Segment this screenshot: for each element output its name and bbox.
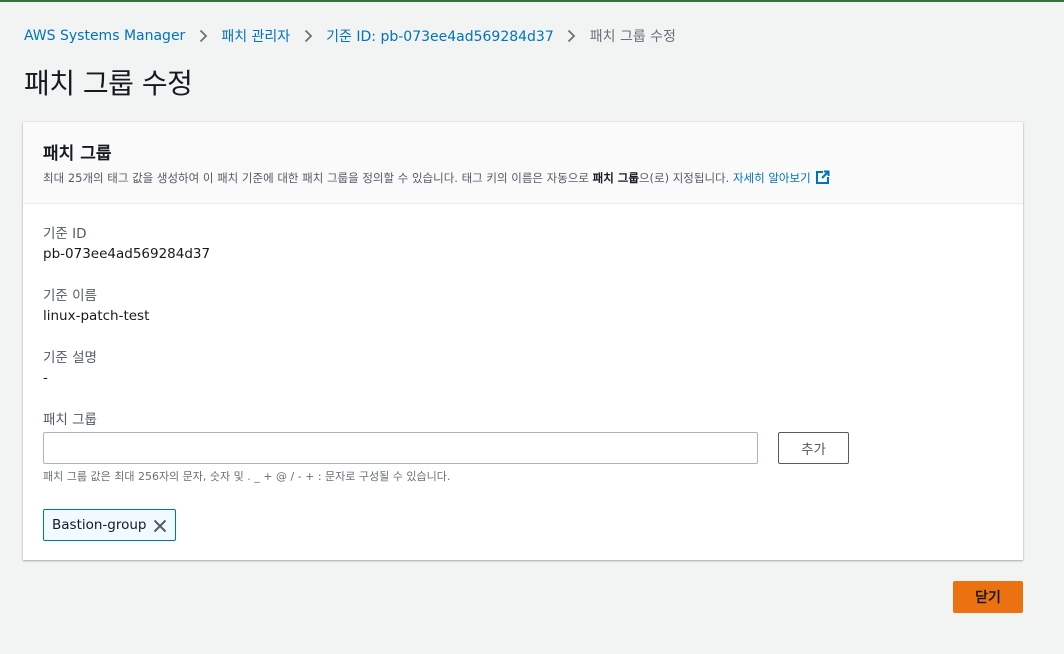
patch-group-panel: 패치 그룹 최대 25개의 태그 값을 생성하여 이 패치 기준에 대한 패치 …	[23, 122, 1023, 560]
breadcrumb-systems-manager[interactable]: AWS Systems Manager	[24, 28, 185, 44]
external-link-icon	[815, 170, 830, 188]
panel-title: 패치 그룹	[43, 144, 112, 164]
baseline-id-label: 기준 ID	[43, 226, 87, 242]
baseline-id-value: pb-073ee4ad569284d37	[43, 246, 211, 262]
baseline-name-value: linux-patch-test	[43, 308, 150, 324]
chevron-right-icon	[554, 29, 590, 43]
breadcrumb: AWS Systems Manager 패치 관리자 기준 ID: pb-073…	[24, 26, 676, 46]
patch-group-token: Bastion-group	[43, 509, 176, 541]
learn-more-link[interactable]: 자세히 알아보기	[732, 170, 830, 188]
token-label: Bastion-group	[52, 517, 147, 533]
close-icon[interactable]	[153, 518, 167, 533]
close-button[interactable]: 닫기	[953, 581, 1023, 613]
page-title: 패치 그룹 수정	[24, 67, 193, 100]
baseline-description-label: 기준 설명	[43, 350, 97, 366]
description-text: 최대 25개의 태그 값을 생성하여 이 패치 기준에 대한 패치 그룹을 정의…	[43, 171, 593, 185]
patch-group-hint: 패치 그룹 값은 최대 256자의 문자, 숫자 및 . _ + @ / - +…	[43, 470, 451, 483]
breadcrumb-baseline-id[interactable]: 기준 ID: pb-073ee4ad569284d37	[326, 26, 554, 46]
breadcrumb-patch-manager[interactable]: 패치 관리자	[221, 26, 290, 46]
learn-more-label: 자세히 알아보기	[732, 171, 811, 185]
description-bold: 패치 그룹	[592, 171, 639, 185]
breadcrumb-current: 패치 그룹 수정	[589, 29, 676, 45]
chevron-right-icon	[185, 29, 221, 43]
description-suffix: 으(로) 지정됩니다.	[638, 171, 733, 185]
add-button[interactable]: 추가	[778, 432, 849, 464]
top-accent-line	[0, 0, 1064, 2]
panel-description: 최대 25개의 태그 값을 생성하여 이 패치 기준에 대한 패치 그룹을 정의…	[43, 170, 1003, 188]
baseline-description-value: -	[43, 370, 48, 386]
baseline-name-label: 기준 이름	[43, 288, 97, 304]
chevron-right-icon	[290, 29, 326, 43]
patch-group-input[interactable]	[43, 432, 758, 464]
patch-group-label: 패치 그룹	[43, 412, 97, 428]
panel-header: 패치 그룹 최대 25개의 태그 값을 생성하여 이 패치 기준에 대한 패치 …	[23, 122, 1023, 204]
